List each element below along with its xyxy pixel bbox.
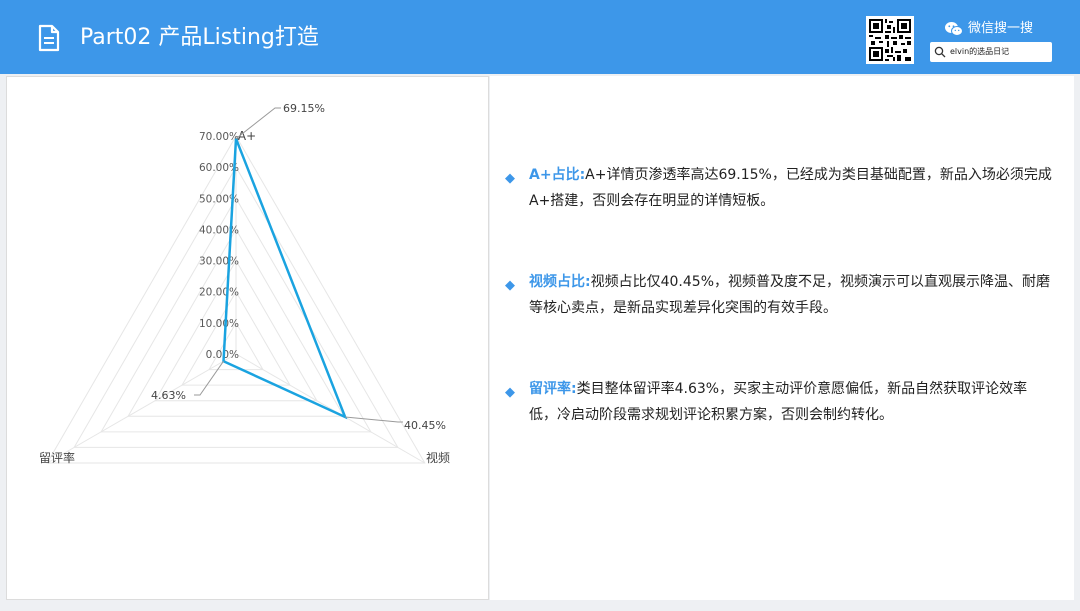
wechat-label-text: 微信搜一搜 xyxy=(968,21,1034,36)
bullet-body: 视频占比仅40.45%，视频普及度不足，视频演示可以直观展示降温、耐磨等核心卖点… xyxy=(529,274,1050,316)
axis-label: 留评率 xyxy=(39,450,75,465)
axis-label: 视频 xyxy=(426,450,450,465)
bullet-head: 视频占比: xyxy=(529,274,591,290)
diamond-icon: ◆ xyxy=(505,171,515,186)
search-text: elvin的选品日记 xyxy=(950,47,1010,56)
axis-label: A+ xyxy=(238,129,256,143)
document-icon xyxy=(38,24,60,52)
insights-panel xyxy=(490,76,1074,600)
header-bar: Part02 产品Listing打造 微信搜一搜 elvin的选品日记 xyxy=(0,0,1080,74)
chart-panel: 0.00% 10.00% 20.00% 30.00% 40.00% 50.00% 60.00… xyxy=(6,76,489,600)
radial-tick-label: 20.00% xyxy=(199,287,239,299)
leader-line xyxy=(194,360,224,396)
data-label: 69.15% xyxy=(283,102,325,115)
axis-spoke xyxy=(46,353,237,464)
bullet-head: A+占比: xyxy=(529,167,586,183)
radial-tick-label: 40.00% xyxy=(199,224,239,236)
page-title: Part02 产品Listing打造 xyxy=(80,25,319,50)
leader-line xyxy=(345,416,403,423)
radar-chart: 0.00%10.00%20.00%30.00%40.00%50.00%60.00… xyxy=(39,102,450,465)
bullet-head: 留评率: xyxy=(529,381,577,397)
bullet-text: A+占比:A+详情页渗透率高达69.15%，已经成为类目基础配置，新品入场必须完… xyxy=(505,162,1055,214)
wechat-search-label: 微信搜一搜 xyxy=(968,20,1033,38)
bullet-aplus: ◆ A+占比:A+详情页渗透率高达69.15%，已经成为类目基础配置，新品入场必… xyxy=(505,162,1055,214)
bullet-text: 留评率:类目整体留评率4.63%，买家主动评价意愿偏低，新品自然获取评论效率低，… xyxy=(505,376,1055,428)
diamond-icon: ◆ xyxy=(505,278,515,293)
diamond-icon: ◆ xyxy=(505,385,515,400)
axis-spoke xyxy=(235,353,426,464)
qr-code-icon xyxy=(866,16,914,64)
bullet-body: A+详情页渗透率高达69.15%，已经成为类目基础配置，新品入场必须完成A+搭建… xyxy=(529,167,1052,209)
radial-tick-label: 0.00% xyxy=(206,349,239,361)
data-label: 40.45% xyxy=(404,419,446,432)
bullet-text: 视频占比:视频占比仅40.45%，视频普及度不足，视频演示可以直观展示降温、耐磨… xyxy=(505,269,1055,321)
radial-tick-label: 70.00% xyxy=(199,131,239,143)
bullet-body: 类目整体留评率4.63%，买家主动评价意愿偏低，新品自然获取评论效率低，冷启动阶… xyxy=(529,381,1028,423)
search-icon xyxy=(934,46,946,58)
bullet-review: ◆ 留评率:类目整体留评率4.63%，买家主动评价意愿偏低，新品自然获取评论效率… xyxy=(505,376,1055,428)
data-label: 4.63% xyxy=(151,389,186,402)
radial-tick-label: 10.00% xyxy=(199,318,239,330)
search-input[interactable]: elvin的选品日记 xyxy=(930,42,1052,62)
wechat-icon xyxy=(945,22,963,36)
radial-tick-label: 30.00% xyxy=(199,256,239,268)
bullet-video: ◆ 视频占比:视频占比仅40.45%，视频普及度不足，视频演示可以直观展示降温、… xyxy=(505,269,1055,321)
